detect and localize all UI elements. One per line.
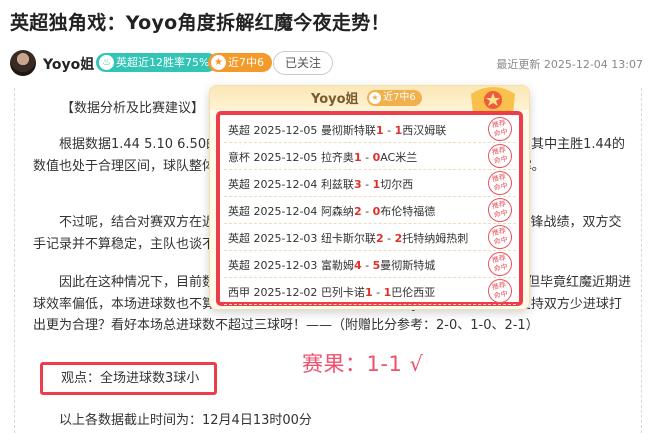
- match-row[interactable]: 英超 2025-12-03 富勒姆4 - 5曼彻斯特城 推荐 命中: [224, 249, 516, 279]
- match-home-team: 阿森纳: [320, 205, 354, 218]
- match-row[interactable]: 英超 2025-12-04 利兹联3 - 1切尔西 推荐 命中: [224, 168, 516, 198]
- match-home-team: 纽卡斯尔联: [320, 232, 376, 245]
- match-home-score: 1: [375, 124, 384, 137]
- match-home-team: 富勒姆: [320, 259, 354, 272]
- match-line: 英超 2025-12-05 曼彻斯特联1 - 1西汉姆联: [228, 124, 447, 137]
- win-rate-badge-label: 英超近12胜率75%: [116, 56, 210, 69]
- match-line: 英超 2025-12-03 富勒姆4 - 5曼彻斯特城: [228, 259, 436, 272]
- author-avatar[interactable]: [10, 50, 36, 76]
- match-away-team: 西汉姆联: [402, 124, 447, 137]
- match-away-team: 切尔西: [380, 178, 414, 191]
- popup-streak-label: 近7中6: [383, 92, 416, 103]
- match-row[interactable]: 英超 2025-12-05 曼彻斯特联1 - 1西汉姆联 推荐 命中: [224, 114, 516, 144]
- hit-stamp-icon: 推荐 命中: [485, 276, 515, 306]
- match-line: 西甲 2025-12-02 巴列卡诺1 - 1巴伦西亚: [228, 286, 436, 299]
- hit-stamp-icon: 推荐 命中: [485, 195, 515, 225]
- popup-streak-badge: ★ 近7中6: [367, 90, 422, 106]
- match-date: 2025-12-04: [253, 205, 318, 218]
- author-name[interactable]: Yoyo姐: [43, 54, 94, 74]
- match-line: 意杯 2025-12-05 拉齐奥1 - 0AC米兰: [228, 151, 418, 164]
- popup-header: Yoyo姐 ★ 近7中6: [210, 86, 529, 114]
- match-away-team: 布伦特福德: [380, 205, 436, 218]
- fire-icon: ♨: [99, 55, 114, 70]
- follow-button[interactable]: 已关注: [273, 51, 333, 75]
- match-home-team: 曼彻斯特联: [320, 124, 376, 137]
- match-away-team: AC米兰: [380, 151, 418, 164]
- streak-badge: ★ 近7中6: [208, 53, 272, 72]
- match-league: 意杯: [228, 151, 250, 164]
- match-away-team: 托特纳姆热刺: [402, 232, 469, 245]
- match-row[interactable]: 英超 2025-12-03 纽卡斯尔联2 - 2托特纳姆热刺 推荐 命中: [224, 222, 516, 252]
- match-home-score: 1: [364, 286, 373, 299]
- hit-stamp-icon: 推荐 命中: [485, 168, 515, 198]
- match-home-score: 3: [353, 178, 362, 191]
- match-home-team: 巴列卡诺: [320, 286, 365, 299]
- match-league: 英超: [228, 205, 250, 218]
- popup-author-name: Yoyo姐: [311, 92, 359, 107]
- update-time: 最近更新 2025-12-04 13:07: [496, 56, 643, 72]
- hit-stamp-icon: 推荐 命中: [485, 141, 515, 171]
- match-row[interactable]: 西甲 2025-12-02 巴列卡诺1 - 1巴伦西亚 推荐 命中: [224, 276, 516, 306]
- update-time-label: 最近更新: [496, 58, 541, 71]
- match-date: 2025-12-02: [253, 286, 318, 299]
- match-league: 英超: [228, 259, 250, 272]
- match-league: 英超: [228, 178, 250, 191]
- match-home-team: 利兹联: [320, 178, 354, 191]
- match-result: 赛果：1-1 √: [302, 352, 424, 376]
- star-icon: ★: [369, 92, 381, 104]
- match-row[interactable]: 英超 2025-12-04 阿森纳2 - 0布伦特福德 推荐 命中: [224, 195, 516, 225]
- win-rate-badge: ♨ 英超近12胜率75%: [96, 53, 218, 72]
- match-date: 2025-12-03: [253, 232, 318, 245]
- match-date: 2025-12-05: [253, 151, 318, 164]
- match-row[interactable]: 意杯 2025-12-05 拉齐奥1 - 0AC米兰 推荐 命中: [224, 141, 516, 171]
- author-row: Yoyo姐 ♨ 英超近12胜率75% ★ 近7中6 已关注 最近更新 2025-…: [10, 50, 643, 76]
- match-line: 英超 2025-12-04 阿森纳2 - 0布伦特福德: [228, 205, 436, 218]
- match-date: 2025-12-03: [253, 259, 318, 272]
- record-popup: Yoyo姐 ★ 近7中6 英超 2025-12-05 曼彻斯特联1 - 1西汉姆…: [209, 85, 530, 310]
- match-home-score: 2: [353, 205, 362, 218]
- article-title: 英超独角戏：Yoyo角度拆解红魔今夜走势！: [10, 12, 390, 34]
- match-home-team: 拉齐奥: [320, 151, 354, 164]
- match-league: 英超: [228, 124, 250, 137]
- viewpoint-box: 观点：全场进球数3球小: [40, 362, 217, 395]
- match-date: 2025-12-05: [253, 124, 318, 137]
- match-date: 2025-12-04: [253, 178, 318, 191]
- match-list: 英超 2025-12-05 曼彻斯特联1 - 1西汉姆联 推荐 命中 意杯 2025-…: [216, 111, 523, 306]
- star-icon: ★: [211, 55, 226, 70]
- match-league: 英超: [228, 232, 250, 245]
- match-home-score: 2: [375, 232, 384, 245]
- match-away-team: 曼彻斯特城: [380, 259, 436, 272]
- update-time-value: 2025-12-04 13:07: [543, 58, 643, 71]
- match-home-score: 4: [353, 259, 362, 272]
- cutoff-note: 以上各数据截止时间为：12月4日13时00分: [59, 413, 312, 428]
- match-league: 西甲: [228, 286, 250, 299]
- match-home-score: 1: [353, 151, 362, 164]
- match-line: 英超 2025-12-04 利兹联3 - 1切尔西: [228, 178, 414, 191]
- hit-stamp-icon: 推荐 命中: [485, 114, 515, 144]
- match-away-team: 巴伦西亚: [391, 286, 436, 299]
- match-line: 英超 2025-12-03 纽卡斯尔联2 - 2托特纳姆热刺: [228, 232, 469, 245]
- hit-stamp-icon: 推荐 命中: [485, 222, 515, 252]
- hit-stamp-icon: 推荐 命中: [485, 249, 515, 279]
- streak-badge-label: 近7中6: [228, 56, 264, 69]
